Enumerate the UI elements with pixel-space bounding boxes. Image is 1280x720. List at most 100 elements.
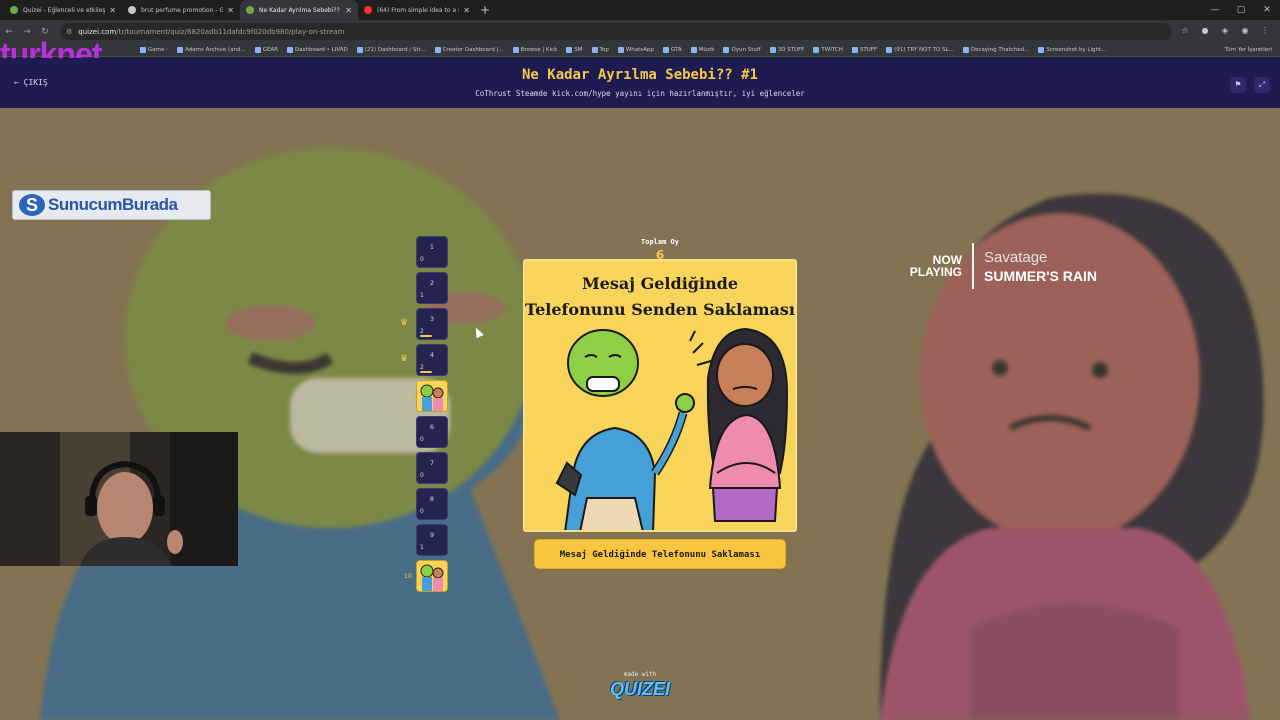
slot-thumbnail — [417, 561, 447, 591]
profile-icon[interactable]: ◉ — [1238, 23, 1252, 39]
bookmark-label: Dashboard • LIVAD — [295, 46, 348, 53]
all-bookmarks-folder[interactable]: Tüm Yer İşaretleri — [1225, 47, 1272, 53]
window-controls: — ▢ ✕ — [1202, 0, 1280, 20]
bookmark-item[interactable]: 3D STUFF — [769, 46, 805, 53]
bracket-slot-number: 2 — [429, 279, 435, 287]
card-illustration — [525, 323, 795, 530]
now-playing-divider — [972, 243, 974, 289]
close-window-icon[interactable]: ✕ — [1254, 0, 1280, 20]
tab-title: brut perfume promotion - Goo... — [141, 6, 224, 14]
address-bar[interactable]: ⚙ quizei.com /tr/tournament/quiz/6820adb… — [60, 23, 1172, 40]
bracket-slot[interactable]: 91 — [416, 524, 448, 556]
bookmark-item[interactable]: SM — [566, 46, 583, 53]
bookmark-label: STUFF — [859, 46, 878, 53]
total-votes-label: Toplam Oy — [641, 238, 679, 246]
browser-tab-strip: Quizei - Eğlenceli ve etkileşimli...✕bru… — [0, 0, 1280, 20]
bracket-slot-votes: 2 — [420, 364, 424, 371]
webcam-overlay — [0, 432, 238, 566]
card-title-line-2: Telefonunu Senden Saklaması — [525, 300, 795, 319]
quizei-logo[interactable]: QUIZEI — [580, 679, 700, 700]
bookmark-item[interactable]: GEAR — [254, 46, 278, 53]
browser-tab[interactable]: Ne Kadar Ayrılma Sebebi?? #1 ✕ — [240, 0, 358, 20]
bookmark-item[interactable]: Adams Archive (and... — [177, 46, 246, 53]
browser-toolbar: ← → ↻ ⚙ quizei.com /tr/tournament/quiz/6… — [0, 20, 1280, 43]
tab-title: Ne Kadar Ayrılma Sebebi?? #1 — [259, 6, 341, 14]
bookmark-label: Browse | Kick — [520, 46, 558, 53]
bookmark-label: Screenshot by Light... — [1046, 46, 1107, 53]
maximize-icon[interactable]: ▢ — [1228, 0, 1254, 20]
browser-tab[interactable]: (64) From simple idea to a stre... ✕ — [358, 0, 476, 20]
tab-close-icon[interactable]: ✕ — [463, 6, 470, 15]
now-playing-widget: NOW PLAYING Savatage SUMMER'S RAIN — [906, 243, 1097, 289]
bookmark-label: Müzik — [698, 46, 715, 53]
browser-tab[interactable]: Quizei - Eğlenceli ve etkileşimli...✕ — [4, 0, 122, 20]
extensions-puzzle-icon[interactable]: ◈ — [1218, 23, 1232, 39]
bookmark-label: Decaying Thatched... — [970, 46, 1030, 53]
bookmark-item[interactable]: Game - — [140, 46, 168, 53]
bookmark-icon — [254, 46, 261, 53]
bookmark-label: Top — [599, 46, 609, 53]
bookmark-item[interactable]: TWITCH — [813, 46, 843, 53]
bookmark-item[interactable]: Decaying Thatched... — [962, 46, 1030, 53]
bookmark-item[interactable]: WhatsApp — [617, 46, 654, 53]
bracket-slot[interactable]: 21 — [416, 272, 448, 304]
bookmark-item[interactable]: Müzik — [690, 46, 715, 53]
option-card[interactable]: Mesaj Geldiğinde Telefonunu Senden Sakla… — [523, 259, 797, 532]
bookmark-item[interactable]: Screenshot by Light... — [1038, 46, 1107, 53]
bracket-slot-label: 10 — [403, 572, 412, 580]
bracket-slot-votes: 1 — [420, 544, 424, 551]
sponsor-name: SunucumBurada — [48, 195, 178, 214]
bracket-slot[interactable]: 60 — [416, 416, 448, 448]
bookmark-item[interactable]: (21) Dashboard / Str... — [356, 46, 426, 53]
bookmark-item[interactable]: GTA — [662, 46, 682, 53]
bracket-slot-votes: 0 — [420, 256, 424, 263]
bracket-slot[interactable] — [416, 560, 448, 592]
bookmark-item[interactable]: Dashboard • LIVAD — [287, 46, 348, 53]
choose-option-button[interactable]: Mesaj Geldiğinde Telefonunu Saklaması — [534, 539, 786, 569]
new-tab-button[interactable]: + — [476, 3, 494, 17]
bookmark-item[interactable]: Top — [591, 46, 609, 53]
bracket-slot-number: 4 — [429, 351, 435, 359]
sponsor-logo-icon: S — [19, 194, 45, 216]
bracket-slot[interactable]: 70 — [416, 452, 448, 484]
bookmark-icon — [723, 46, 730, 53]
back-icon[interactable]: ← — [0, 27, 18, 37]
tab-close-icon[interactable]: ✕ — [109, 6, 116, 15]
bookmark-item[interactable]: Creator Dashboard |... — [434, 46, 504, 53]
bookmark-item[interactable]: Browse | Kick — [512, 46, 558, 53]
forward-icon[interactable]: → — [18, 27, 36, 37]
bracket-slot[interactable]: 10 — [416, 236, 448, 268]
bookmark-label: Adams Archive (and... — [185, 46, 246, 53]
quiz-page: ← ÇIKIŞ Ne Kadar Ayrılma Sebebi?? #1 CoT… — [0, 58, 1280, 720]
now-playing-artist: Savatage — [984, 248, 1048, 266]
tab-close-icon[interactable]: ✕ — [227, 6, 234, 15]
bracket-slot[interactable]: 32 — [416, 308, 448, 340]
bracket-vote-bar — [420, 371, 432, 373]
tab-close-icon[interactable]: ✕ — [345, 6, 352, 15]
quiz-title: Ne Kadar Ayrılma Sebebi?? #1 — [521, 67, 758, 83]
bookmark-item[interactable]: Oyun Stuff — [723, 46, 761, 53]
sponsor-badge: S SunucumBurada — [12, 190, 211, 220]
bookmark-star-icon[interactable]: ☆ — [1178, 23, 1192, 39]
bookmark-label: 3D STUFF — [777, 46, 805, 53]
browser-tab[interactable]: brut perfume promotion - Goo...✕ — [122, 0, 240, 20]
site-info-icon[interactable]: ⚙ — [66, 28, 72, 36]
menu-icon[interactable]: ⋮ — [1258, 23, 1272, 39]
bracket-slot-votes: 1 — [420, 292, 424, 299]
now-playing-label: NOW PLAYING — [909, 253, 962, 279]
toolbar-actions: ☆ ● ◈ ◉ ⋮ — [1178, 23, 1272, 39]
reload-icon[interactable]: ↻ — [36, 27, 54, 37]
bracket-slot-label: 5 — [407, 392, 412, 400]
bookmark-icon — [690, 46, 697, 53]
url-host: quizei.com — [78, 27, 117, 36]
fullscreen-icon[interactable]: ⤢ — [1254, 77, 1270, 93]
bookmark-item[interactable]: STUFF — [851, 46, 878, 53]
bracket-slot[interactable]: 80 — [416, 488, 448, 520]
bracket-slot[interactable] — [416, 380, 448, 412]
flag-icon[interactable]: ⚑ — [1230, 77, 1246, 93]
extension-icon[interactable]: ● — [1198, 23, 1212, 39]
minimize-icon[interactable]: — — [1202, 0, 1228, 20]
bookmark-item[interactable]: (91) TRY NOT TO SL... — [886, 46, 954, 53]
bracket-slot[interactable]: 42 — [416, 344, 448, 376]
made-with-label: made with — [623, 671, 657, 678]
